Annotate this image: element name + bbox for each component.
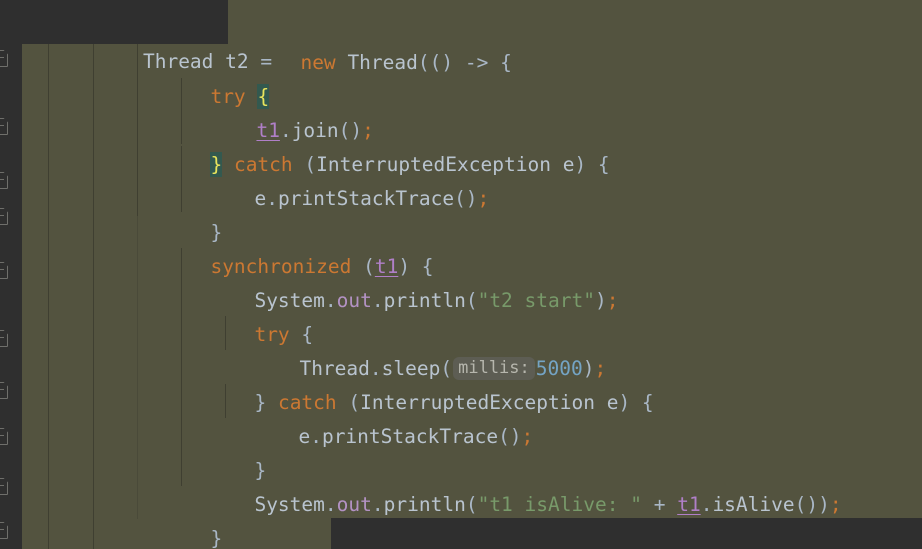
token-keyword-new: new — [300, 51, 336, 74]
top-overlay-code-text: Thread t2 = — [96, 11, 272, 73]
token-variable-t2: t2 — [225, 50, 249, 73]
code-line-catch-1[interactable]: } catch (InterruptedException e) { — [140, 114, 610, 177]
code-line-try-open-2[interactable]: try { — [184, 284, 313, 346]
token-type-thread: Thread — [347, 51, 418, 74]
code-line-close-catch-1[interactable]: } — [140, 182, 222, 244]
token-class-system: System — [254, 493, 325, 516]
token-string-t1-isalive: "t1 isAlive: " — [477, 493, 642, 516]
token-semicolon: ; — [606, 289, 619, 312]
token-var-e: e — [298, 425, 311, 448]
token-field-out: out — [336, 289, 372, 312]
code-line-t1-join[interactable]: t1.join(); — [186, 80, 373, 142]
token-method-println: println — [383, 493, 466, 516]
fold-marker-icon[interactable] — [0, 382, 8, 399]
fold-marker-icon[interactable] — [0, 522, 8, 539]
token-equals: = — [260, 50, 273, 73]
token-method-println: println — [383, 289, 466, 312]
bottom-overlay-panel — [331, 518, 922, 549]
token-plus: + — [653, 493, 666, 516]
token-semicolon: ; — [829, 493, 842, 516]
code-line-printstacktrace-2[interactable]: e.printStackTrace(); — [228, 386, 533, 448]
code-line-thread-sleep[interactable]: Thread.sleep(millis: 5000); — [229, 318, 606, 380]
token-semicolon: ; — [477, 187, 490, 210]
token-string-t2-start: "t2 start" — [477, 289, 595, 312]
token-field-out: out — [336, 493, 372, 516]
token-var-e: e — [606, 391, 619, 414]
token-variable-t1: t1 — [677, 493, 701, 516]
token-type-thread: Thread — [142, 50, 214, 73]
token-method-printstacktrace: printStackTrace — [321, 425, 499, 448]
code-line-declare-t2[interactable]: new Thread(() -> { — [230, 12, 511, 74]
token-var-e: e — [562, 153, 575, 176]
fold-marker-icon[interactable] — [0, 118, 8, 135]
code-line-println-isalive[interactable]: System.out.println("t1 isAlive: " + t1.i… — [184, 454, 841, 516]
code-line-close-catch-2[interactable]: } — [184, 420, 266, 482]
code-line-synchronized[interactable]: synchronized (t1) { — [140, 216, 433, 278]
fold-marker-icon[interactable] — [0, 208, 8, 225]
code-editor-screen: new Thread(() -> { try { t1.join(); } ca… — [0, 0, 922, 549]
token-var-e: e — [254, 187, 267, 210]
editor-gutter[interactable] — [0, 0, 22, 549]
token-semicolon: ; — [521, 425, 534, 448]
code-line-printstacktrace-1[interactable]: e.printStackTrace(); — [184, 148, 489, 210]
code-line-catch-2[interactable]: } catch (InterruptedException e) { — [184, 352, 653, 414]
fold-marker-icon[interactable] — [0, 50, 8, 67]
code-content[interactable]: new Thread(() -> { try { t1.join(); } ca… — [0, 0, 922, 549]
fold-marker-icon[interactable] — [0, 172, 8, 189]
code-line-println-t2-start[interactable]: System.out.println("t2 start"); — [184, 250, 618, 312]
token-method-isalive: isAlive — [712, 493, 795, 516]
fold-marker-icon[interactable] — [0, 428, 8, 445]
fold-marker-icon[interactable] — [0, 330, 8, 347]
token-method-printstacktrace: printStackTrace — [277, 187, 455, 210]
fold-marker-icon[interactable] — [0, 262, 8, 279]
fold-marker-icon[interactable] — [0, 478, 8, 495]
code-line-close-sync[interactable]: } — [140, 488, 222, 549]
